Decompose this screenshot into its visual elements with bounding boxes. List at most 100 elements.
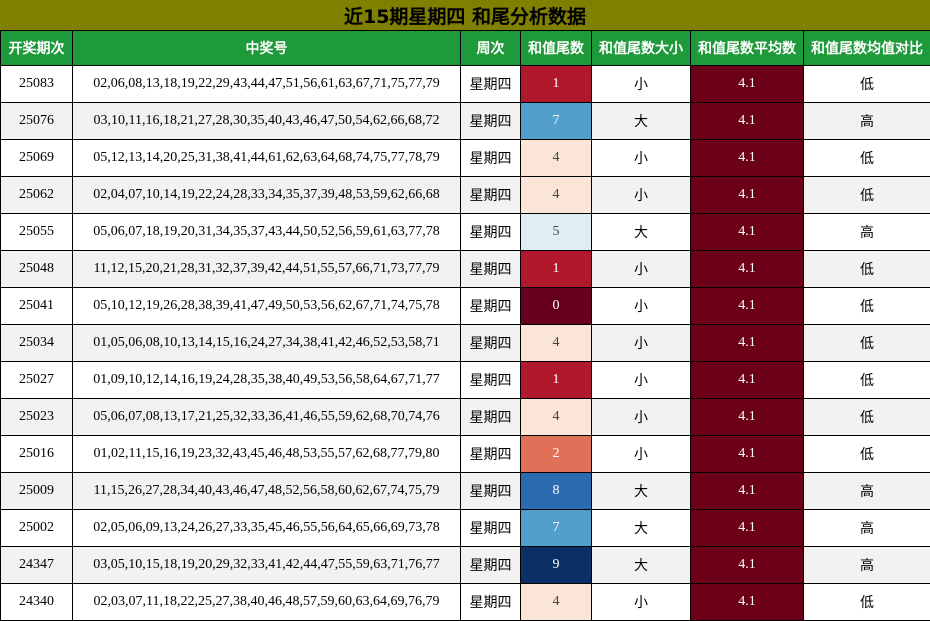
cell-compare: 低 — [804, 584, 930, 621]
cell-tail: 4 — [521, 140, 592, 177]
cell-week: 星期四 — [461, 399, 521, 436]
cell-size: 小 — [592, 251, 691, 288]
cell-average: 4.1 — [691, 140, 804, 177]
cell-size: 小 — [592, 399, 691, 436]
cell-week: 星期四 — [461, 584, 521, 621]
cell-period: 25083 — [1, 66, 73, 103]
cell-week: 星期四 — [461, 325, 521, 362]
cell-size: 小 — [592, 140, 691, 177]
cell-period: 25016 — [1, 436, 73, 473]
header-average: 和值尾数平均数 — [691, 31, 804, 66]
cell-tail: 1 — [521, 251, 592, 288]
cell-week: 星期四 — [461, 103, 521, 140]
cell-numbers: 03,05,10,15,18,19,20,29,32,33,41,42,44,4… — [73, 547, 461, 584]
cell-numbers: 01,05,06,08,10,13,14,15,16,24,27,34,38,4… — [73, 325, 461, 362]
cell-compare: 低 — [804, 362, 930, 399]
cell-size: 小 — [592, 288, 691, 325]
cell-week: 星期四 — [461, 473, 521, 510]
cell-week: 星期四 — [461, 362, 521, 399]
table-row: 2508302,06,08,13,18,19,22,29,43,44,47,51… — [1, 66, 930, 103]
cell-numbers: 05,10,12,19,26,28,38,39,41,47,49,50,53,5… — [73, 288, 461, 325]
cell-period: 25069 — [1, 140, 73, 177]
cell-average: 4.1 — [691, 325, 804, 362]
cell-compare: 高 — [804, 510, 930, 547]
table-row: 2502305,06,07,08,13,17,21,25,32,33,36,41… — [1, 399, 930, 436]
header-numbers: 中奖号 — [73, 31, 461, 66]
cell-numbers: 05,06,07,18,19,20,31,34,35,37,43,44,50,5… — [73, 214, 461, 251]
table-row: 2506905,12,13,14,20,25,31,38,41,44,61,62… — [1, 140, 930, 177]
table-row: 2506202,04,07,10,14,19,22,24,28,33,34,35… — [1, 177, 930, 214]
cell-size: 大 — [592, 473, 691, 510]
cell-compare: 低 — [804, 436, 930, 473]
cell-average: 4.1 — [691, 251, 804, 288]
table-row: 2501601,02,11,15,16,19,23,32,43,45,46,48… — [1, 436, 930, 473]
cell-size: 大 — [592, 547, 691, 584]
cell-period: 25002 — [1, 510, 73, 547]
cell-week: 星期四 — [461, 140, 521, 177]
cell-size: 小 — [592, 177, 691, 214]
cell-week: 星期四 — [461, 177, 521, 214]
cell-average: 4.1 — [691, 436, 804, 473]
cell-period: 25076 — [1, 103, 73, 140]
cell-period: 25055 — [1, 214, 73, 251]
header-period: 开奖期次 — [1, 31, 73, 66]
cell-tail: 1 — [521, 362, 592, 399]
cell-size: 小 — [592, 436, 691, 473]
cell-period: 25062 — [1, 177, 73, 214]
cell-tail: 7 — [521, 510, 592, 547]
cell-size: 小 — [592, 66, 691, 103]
cell-compare: 低 — [804, 66, 930, 103]
page-title: 近15期星期四 和尾分析数据 — [0, 0, 930, 30]
cell-compare: 低 — [804, 140, 930, 177]
cell-period: 25023 — [1, 399, 73, 436]
table-row: 2434703,05,10,15,18,19,20,29,32,33,41,42… — [1, 547, 930, 584]
cell-numbers: 02,05,06,09,13,24,26,27,33,35,45,46,55,5… — [73, 510, 461, 547]
analysis-table: 开奖期次 中奖号 周次 和值尾数 和值尾数大小 和值尾数平均数 和值尾数均值对比… — [0, 30, 930, 621]
cell-average: 4.1 — [691, 66, 804, 103]
cell-compare: 高 — [804, 214, 930, 251]
cell-numbers: 02,03,07,11,18,22,25,27,38,40,46,48,57,5… — [73, 584, 461, 621]
table-row: 2502701,09,10,12,14,16,19,24,28,35,38,40… — [1, 362, 930, 399]
header-size: 和值尾数大小 — [592, 31, 691, 66]
cell-tail: 8 — [521, 473, 592, 510]
cell-numbers: 03,10,11,16,18,21,27,28,30,35,40,43,46,4… — [73, 103, 461, 140]
cell-week: 星期四 — [461, 510, 521, 547]
cell-tail: 2 — [521, 436, 592, 473]
table-row: 2504105,10,12,19,26,28,38,39,41,47,49,50… — [1, 288, 930, 325]
cell-numbers: 02,06,08,13,18,19,22,29,43,44,47,51,56,6… — [73, 66, 461, 103]
cell-tail: 1 — [521, 66, 592, 103]
table-row: 2434002,03,07,11,18,22,25,27,38,40,46,48… — [1, 584, 930, 621]
cell-period: 24347 — [1, 547, 73, 584]
cell-tail: 4 — [521, 584, 592, 621]
cell-average: 4.1 — [691, 362, 804, 399]
cell-size: 小 — [592, 325, 691, 362]
cell-size: 小 — [592, 362, 691, 399]
cell-compare: 高 — [804, 547, 930, 584]
table-row: 2507603,10,11,16,18,21,27,28,30,35,40,43… — [1, 103, 930, 140]
cell-week: 星期四 — [461, 251, 521, 288]
cell-week: 星期四 — [461, 214, 521, 251]
cell-average: 4.1 — [691, 547, 804, 584]
table-row: 2500202,05,06,09,13,24,26,27,33,35,45,46… — [1, 510, 930, 547]
cell-average: 4.1 — [691, 103, 804, 140]
cell-compare: 高 — [804, 473, 930, 510]
cell-numbers: 02,04,07,10,14,19,22,24,28,33,34,35,37,3… — [73, 177, 461, 214]
cell-tail: 4 — [521, 325, 592, 362]
cell-numbers: 11,12,15,20,21,28,31,32,37,39,42,44,51,5… — [73, 251, 461, 288]
cell-average: 4.1 — [691, 288, 804, 325]
cell-week: 星期四 — [461, 66, 521, 103]
cell-period: 25034 — [1, 325, 73, 362]
cell-average: 4.1 — [691, 584, 804, 621]
table-row: 2500911,15,26,27,28,34,40,43,46,47,48,52… — [1, 473, 930, 510]
cell-period: 25027 — [1, 362, 73, 399]
cell-average: 4.1 — [691, 473, 804, 510]
cell-compare: 低 — [804, 399, 930, 436]
cell-size: 大 — [592, 103, 691, 140]
cell-tail: 4 — [521, 177, 592, 214]
header-compare: 和值尾数均值对比 — [804, 31, 930, 66]
cell-average: 4.1 — [691, 177, 804, 214]
cell-tail: 5 — [521, 214, 592, 251]
cell-period: 25048 — [1, 251, 73, 288]
table-row: 2503401,05,06,08,10,13,14,15,16,24,27,34… — [1, 325, 930, 362]
table-body: 2508302,06,08,13,18,19,22,29,43,44,47,51… — [1, 66, 930, 621]
